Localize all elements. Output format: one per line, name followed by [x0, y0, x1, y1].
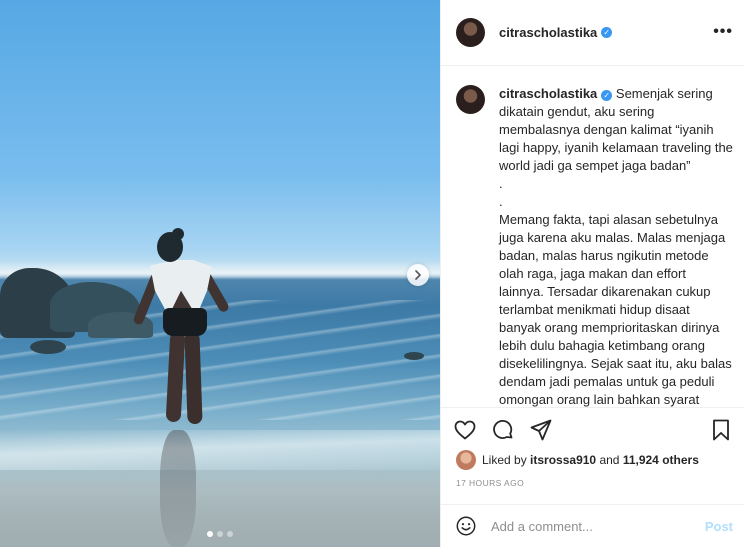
caption-area: citrascholastika ✓ Semenjak sering dikata… — [441, 67, 744, 407]
post-comment-button[interactable]: Post — [705, 519, 733, 534]
post-photo[interactable] — [0, 0, 440, 547]
caption-line: . — [499, 176, 503, 191]
more-options-icon[interactable]: ••• — [713, 23, 733, 41]
author-username[interactable]: citrascholastika — [499, 25, 597, 40]
caption-line: . — [499, 194, 503, 209]
share-icon[interactable] — [529, 418, 553, 442]
caption-line: Memang fakta, tapi alasan sebetulnya jug… — [499, 212, 732, 407]
heart-icon[interactable] — [453, 418, 477, 442]
likes-summary: Liked by itsrossa910 and 11,924 others — [456, 450, 699, 470]
carousel-dot — [227, 531, 233, 537]
action-bar — [441, 407, 744, 451]
caption-author-avatar[interactable] — [456, 85, 485, 114]
carousel-dot-active — [207, 531, 213, 537]
post-side-panel: citrascholastika ✓ ••• citrascholastika ✓… — [440, 0, 744, 547]
comment-input[interactable] — [491, 518, 705, 534]
person-reflection — [160, 430, 196, 547]
carousel-dot — [217, 531, 223, 537]
instagram-post: citrascholastika ✓ ••• citrascholastika ✓… — [0, 0, 744, 547]
rock — [30, 340, 66, 354]
chevron-right-icon — [415, 270, 421, 280]
sea-foam — [0, 430, 440, 470]
comment-bar: Post — [441, 504, 744, 547]
caption-username[interactable]: citrascholastika — [499, 86, 597, 101]
verified-badge-icon: ✓ — [601, 27, 613, 38]
carousel-next-button[interactable] — [407, 264, 429, 286]
smiley-icon[interactable] — [455, 515, 477, 537]
likes-conjunction: and — [599, 453, 620, 467]
post-header: citrascholastika ✓ ••• — [441, 0, 744, 66]
carousel-indicator — [207, 531, 233, 537]
caption-text: citrascholastika ✓ Semenjak sering dikata… — [499, 85, 734, 407]
likes-others-link[interactable]: 11,924 others — [623, 453, 699, 467]
comment-icon[interactable] — [491, 418, 515, 442]
post-timestamp[interactable]: 17 HOURS AGO — [456, 478, 524, 488]
person-figure — [130, 228, 231, 428]
rock — [404, 352, 424, 360]
likes-prefix: Liked by — [482, 453, 527, 467]
verified-badge-icon: ✓ — [601, 90, 613, 101]
liker-avatar[interactable] — [456, 450, 476, 470]
bookmark-icon[interactable] — [709, 418, 733, 442]
liker-username[interactable]: itsrossa910 — [530, 453, 596, 467]
author-avatar[interactable] — [456, 18, 485, 47]
